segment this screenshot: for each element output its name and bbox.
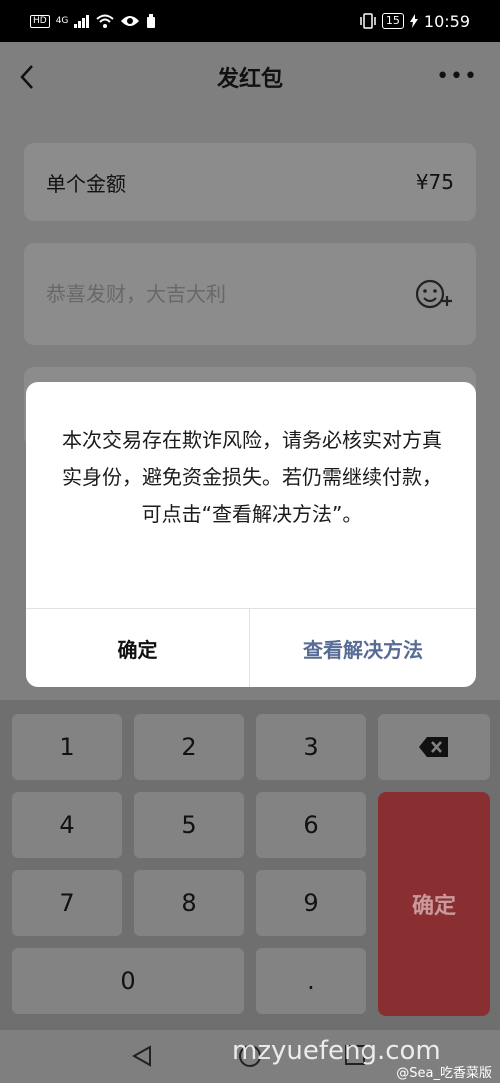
backspace-icon (419, 737, 448, 757)
amount-value: ¥75 (415, 170, 454, 194)
key-9[interactable]: 9 (256, 870, 366, 936)
key-2[interactable]: 2 (134, 714, 244, 780)
more-options-icon[interactable]: ••• (436, 66, 478, 88)
clock: 10:59 (423, 11, 470, 31)
network-label: 4G (55, 16, 69, 26)
view-solution-button[interactable]: 查看解决方法 (250, 609, 476, 687)
lock-icon (147, 14, 156, 28)
backspace-key[interactable] (378, 714, 490, 780)
emoji-icon[interactable] (414, 277, 454, 311)
status-left: HD 4G (30, 14, 156, 28)
key-7[interactable]: 7 (12, 870, 122, 936)
dialog-confirm-button[interactable]: 确定 (26, 609, 249, 687)
greeting-input[interactable] (46, 282, 386, 306)
key-3[interactable]: 3 (256, 714, 366, 780)
nav-back-icon[interactable] (130, 1044, 154, 1068)
eye-icon (121, 16, 140, 26)
status-right: 15 10:59 (360, 12, 470, 31)
key-4[interactable]: 4 (12, 792, 122, 858)
amount-label: 单个金额 (46, 171, 126, 196)
amount-card[interactable]: 单个金额 ¥75 (24, 143, 476, 221)
back-arrow-icon[interactable] (16, 62, 40, 92)
key-8[interactable]: 8 (134, 870, 244, 936)
key-5[interactable]: 5 (134, 792, 244, 858)
charging-icon (409, 14, 418, 28)
fraud-warning-dialog: 本次交易存在欺诈风险，请务必核实对方真实身份，避免资金损失。若仍需继续付款，可点… (26, 382, 476, 687)
signal-icon (74, 15, 90, 28)
page-title: 发红包 (216, 67, 283, 92)
key-6[interactable]: 6 (256, 792, 366, 858)
wifi-icon (96, 14, 115, 28)
key-1[interactable]: 1 (12, 714, 122, 780)
dialog-message: 本次交易存在欺诈风险，请务必核实对方真实身份，避免资金损失。若仍需继续付款，可点… (62, 428, 442, 526)
greeting-card (24, 243, 476, 345)
number-keypad: 1 2 3 4 5 6 7 8 9 0 . 确定 (0, 700, 500, 1030)
image-credit: @Sea_吃香菜版 (396, 1066, 492, 1081)
keypad-confirm-button[interactable]: 确定 (378, 792, 490, 1016)
hd-indicator: HD (30, 14, 50, 28)
key-dot[interactable]: . (256, 948, 366, 1014)
battery-indicator: 15 (381, 13, 404, 29)
status-bar: HD 4G 15 10:59 (0, 0, 500, 42)
key-0[interactable]: 0 (12, 948, 244, 1014)
app-header: 发红包 ••• (0, 42, 500, 112)
vibrate-icon (360, 13, 376, 29)
